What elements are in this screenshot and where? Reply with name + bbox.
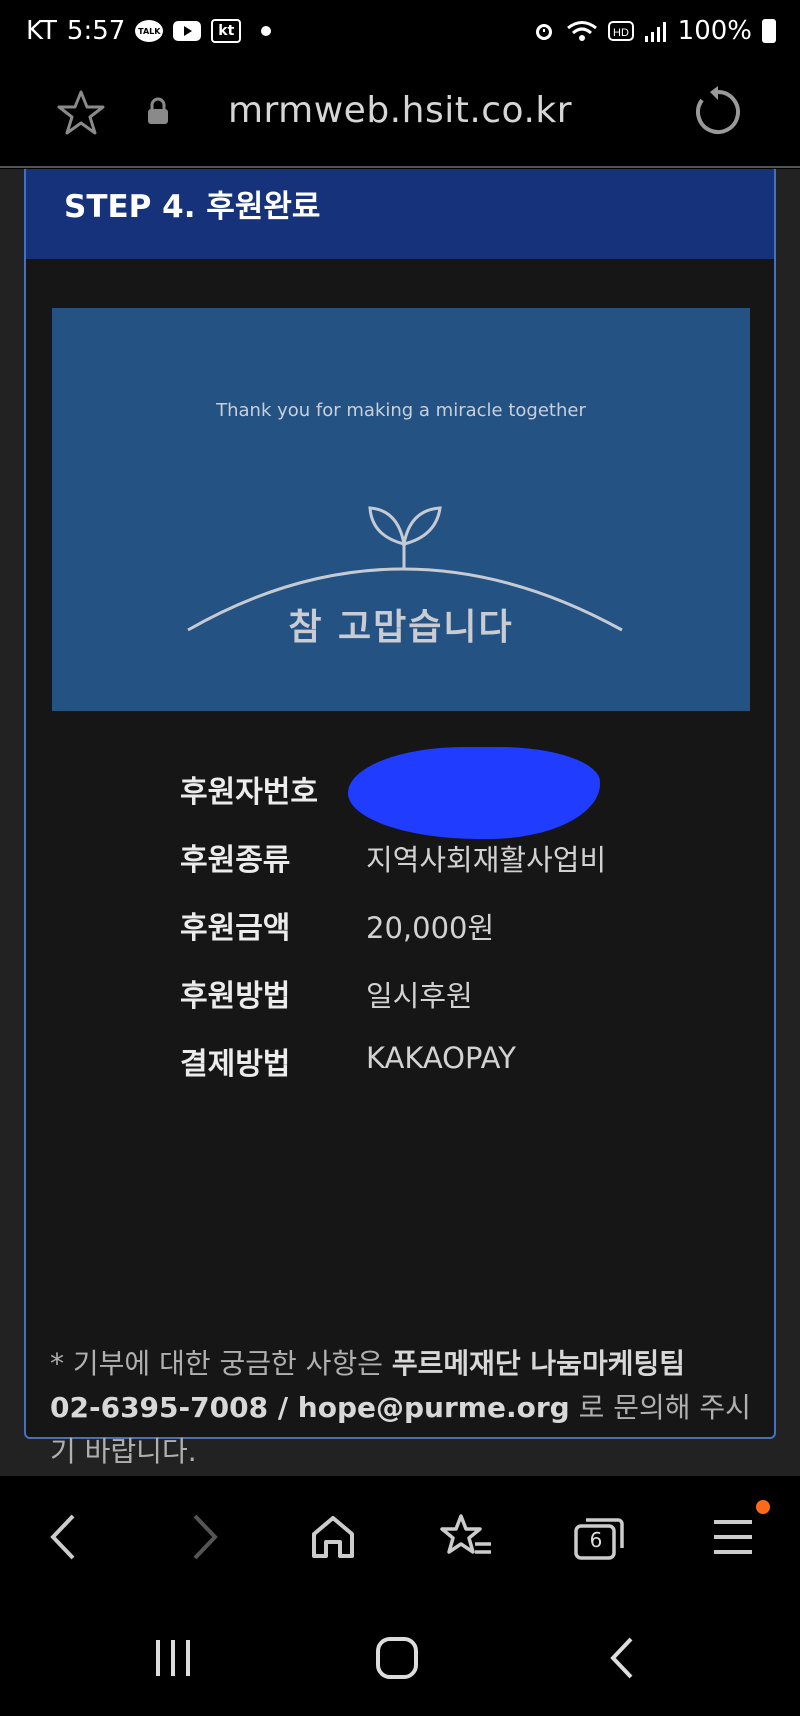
info-label: 후원방법 — [180, 979, 291, 1014]
redaction-mark — [348, 747, 600, 839]
back-button[interactable] — [30, 1504, 100, 1570]
chevron-right-icon — [193, 1514, 218, 1560]
reload-icon[interactable] — [692, 86, 744, 142]
bookmark-list-icon — [440, 1514, 491, 1554]
signal-icon — [644, 20, 668, 42]
browser-toolbar: 6 — [0, 1476, 800, 1598]
info-label: 결제방법 — [180, 1047, 291, 1082]
footnote-prefix: * 기부에 대한 궁금한 사항은 — [50, 1347, 392, 1380]
info-label: 후원자번호 — [180, 775, 318, 810]
status-right: HD 100% — [532, 16, 776, 46]
sprout-icon — [187, 506, 623, 632]
status-left: KT 5:57 TALK kt — [26, 16, 272, 46]
info-value: 지역사회재활사업비 — [366, 843, 607, 877]
alarm-icon — [532, 19, 556, 43]
svg-text:HD: HD — [613, 27, 629, 39]
menu-notification-badge — [756, 1500, 770, 1514]
info-row-payment-method: 결제방법 KAKAOPAY — [180, 1039, 740, 1107]
menu-button[interactable] — [698, 1504, 768, 1570]
footnote-contact[interactable]: 02-6395-7008 / hope@purme.org — [50, 1391, 570, 1424]
forward-button[interactable] — [168, 1504, 238, 1570]
menu-icon — [714, 1520, 752, 1554]
info-row-donation-amount: 후원금액 20,000원 — [180, 903, 740, 971]
hd-icon: HD — [607, 21, 634, 41]
info-row-donation-method: 후원방법 일시후원 — [180, 971, 740, 1039]
clock: 5:57 — [66, 16, 126, 46]
donation-info-list: 후원자번호 후원종류 지역사회재활사업비 후원금액 20,000원 후원방법 일… — [180, 747, 740, 1107]
bookmarks-button[interactable] — [432, 1504, 502, 1570]
contact-footnote: * 기부에 대한 궁금한 사항은 푸르메재단 나눔마케팅팀 02-6395-700… — [50, 1342, 760, 1474]
info-row-donor-number: 후원자번호 — [180, 747, 740, 839]
back-chevron-icon — [610, 1637, 633, 1679]
recent-apps-icon — [156, 1640, 190, 1676]
tab-count: 6 — [589, 1528, 603, 1552]
step-header: STEP 4. 후원완료 — [26, 169, 774, 259]
home-icon — [312, 1516, 354, 1558]
info-value: KAKAOPAY — [366, 1041, 516, 1075]
home-square-icon — [376, 1637, 418, 1679]
battery-percent: 100% — [677, 16, 752, 46]
info-label: 후원금액 — [180, 911, 291, 946]
home-system-button[interactable] — [362, 1628, 432, 1688]
talk-icon: TALK — [135, 20, 164, 42]
tabs-button[interactable]: 6 — [565, 1504, 635, 1570]
notification-dot-icon — [261, 26, 272, 36]
page-content[interactable]: STEP 4. 후원완료 Thank you for making a mira… — [0, 169, 800, 1476]
url-text[interactable]: mrmweb.hsit.co.kr — [0, 90, 800, 131]
battery-icon — [762, 19, 776, 43]
kt-icon: kt — [211, 19, 242, 43]
recent-apps-button[interactable] — [138, 1628, 208, 1688]
step-title: STEP 4. 후원완료 — [64, 189, 321, 225]
carrier-label: KT — [26, 16, 57, 46]
url-bar: mrmweb.hsit.co.kr — [0, 62, 800, 168]
info-value: 20,000원 — [366, 911, 495, 945]
wifi-icon — [566, 19, 598, 43]
banner-korean-text: 참 고맙습니다 — [288, 607, 514, 648]
chevron-left-icon — [50, 1514, 75, 1560]
system-back-button[interactable] — [588, 1628, 658, 1688]
info-value: 일시후원 — [366, 979, 473, 1013]
footnote-team: 푸르메재단 나눔마케팅팀 — [391, 1347, 685, 1380]
info-label: 후원종류 — [180, 843, 291, 878]
system-nav-bar — [0, 1598, 800, 1716]
status-bar: KT 5:57 TALK kt HD 100% — [0, 0, 800, 62]
home-button[interactable] — [298, 1504, 368, 1570]
info-row-donation-type: 후원종류 지역사회재활사업비 — [180, 835, 740, 903]
thank-you-banner: Thank you for making a miracle together … — [52, 308, 750, 711]
youtube-icon — [173, 21, 202, 41]
donation-complete-card: STEP 4. 후원완료 Thank you for making a mira… — [24, 169, 776, 1439]
